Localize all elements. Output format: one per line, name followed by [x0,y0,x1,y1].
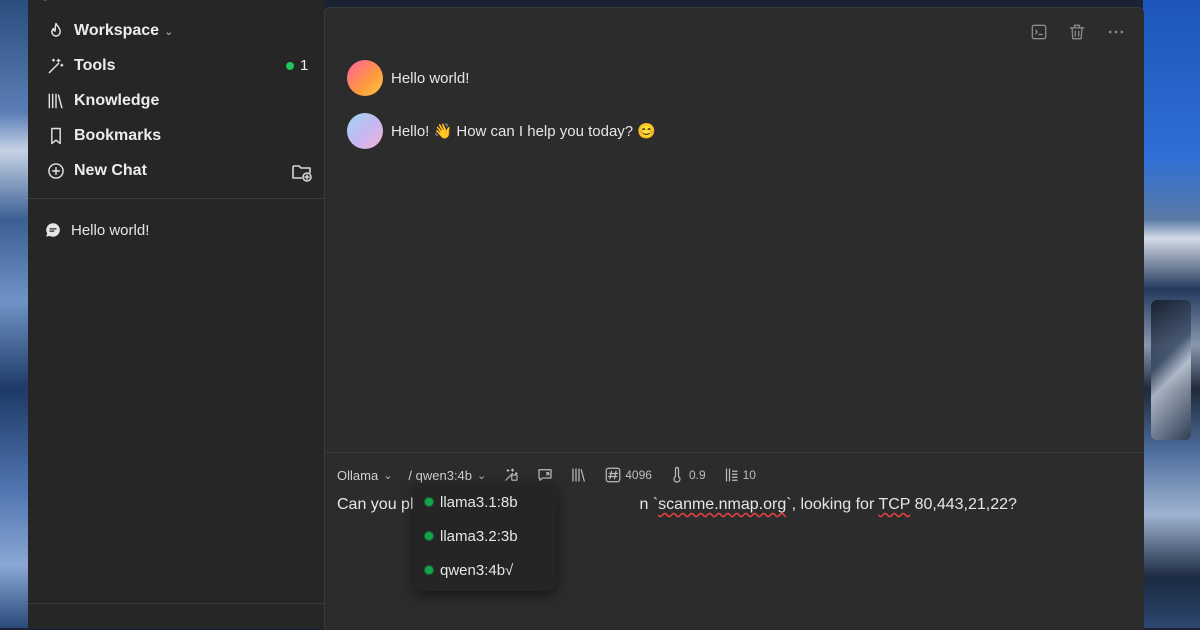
chat-title: Hello world! [71,221,150,239]
chat-bubble-icon [46,223,60,237]
model-option-llama3.2-3b[interactable]: llama3.2:3b [424,525,518,547]
provider-label: Ollama [337,467,379,483]
tools-button[interactable] [502,466,520,484]
list-filter-icon [725,468,738,482]
provider-select[interactable]: Ollama ⌄ [337,468,392,483]
magic-wand-icon [505,468,518,481]
trash-icon[interactable] [1067,22,1087,42]
model-select[interactable]: / qwen3:4b ⌄ [408,468,486,483]
sidebar-item-label: Workspace [74,22,160,39]
sidebar-item-label: Bookmarks [74,127,162,144]
flame-icon [51,22,61,37]
model-option-qwen3-4b[interactable]: qwen3:4b√ [424,559,513,581]
sidebar-item-label: Knowledge [74,92,160,109]
prompt-hostname: scanme.nmap.org [658,496,787,513]
chat-list-item[interactable]: Hello world! [44,218,149,242]
tools-count-badge: 1 [286,57,308,74]
context-length-button[interactable]: 4096 [604,466,652,484]
plus-circle-icon [48,163,64,179]
status-dot-icon [424,497,434,507]
sidebar-item-label: New Chat [74,162,147,179]
context-length-value: 4096 [625,468,652,482]
sidebar-item-bookmarks[interactable]: Bookmarks [46,122,161,150]
knowledge-button[interactable] [570,466,588,484]
books-icon [572,468,586,482]
assistant-message: Hello! 👋 How can I help you today? 😊 [347,113,656,149]
desktop-wallpaper-right [1143,0,1200,628]
thermometer-icon [673,466,681,483]
sidebar-item-knowledge[interactable]: Knowledge [46,87,159,115]
model-option-llama3.1-8b[interactable]: llama3.1:8b [424,491,518,513]
model-option-label: llama3.1:8b [440,493,518,511]
model-label: / qwen3:4b [408,467,473,483]
composer-toolbar: Ollama ⌄ / qwen3:4b ⌄ 4096 0.9 10 [337,465,772,485]
temperature-value: 0.9 [688,468,706,482]
message-text: Hello world! [391,69,470,87]
status-dot-icon [424,531,434,541]
desktop-wallpaper-left [0,0,28,628]
sidebar: Workspace ⌄ Tools 1 Knowledge Bookmarks … [28,0,324,628]
message-text: Hello! 👋 How can I help you today? 😊 [391,123,656,140]
bookmark-icon [51,127,61,145]
magic-wand-icon [48,58,64,74]
sidebar-bottom-divider [28,603,324,604]
prompt-text-part: 80,443,21,22? [910,496,1017,513]
more-options-icon[interactable] [1106,22,1126,42]
prompt-text-part: n ` [639,496,659,513]
sidebar-item-new-chat[interactable]: New Chat [46,157,147,185]
sidebar-item-workspace[interactable]: Workspace ⌄ [46,17,173,45]
chevron-down-icon: ⌄ [164,25,174,38]
top-k-value: 10 [742,468,756,482]
sidebar-divider [28,198,324,199]
books-icon [48,93,63,109]
chat-mode-button[interactable] [536,466,554,484]
status-dot-icon [424,565,434,575]
chat-toggle-icon [538,469,552,481]
chevron-down-icon: ⌄ [477,469,487,482]
hash-icon [605,467,621,483]
prompt-protocol: TCP [878,496,911,513]
prompt-text-part: Can you pl [337,496,414,513]
assistant-avatar [347,113,383,149]
sidebar-item-label: Tools [74,57,116,74]
app-logo-icon [43,0,47,1]
chevron-down-icon: ⌄ [383,469,393,482]
terminal-icon[interactable] [1029,22,1049,42]
model-option-label: llama3.2:3b [440,527,518,545]
temperature-button[interactable]: 0.9 [668,466,706,484]
status-dot-icon [286,61,294,70]
new-folder-icon[interactable] [290,160,314,184]
tools-count: 1 [300,57,309,74]
user-message: Hello world! [347,60,469,96]
user-avatar [347,60,383,96]
sidebar-item-tools[interactable]: Tools [46,52,115,80]
model-option-label: qwen3:4b√ [440,561,514,579]
top-k-button[interactable]: 10 [722,466,756,484]
model-dropdown: llama3.1:8b llama3.2:3b qwen3:4b√ [414,483,556,591]
prompt-text-part: `, looking for [786,496,879,513]
